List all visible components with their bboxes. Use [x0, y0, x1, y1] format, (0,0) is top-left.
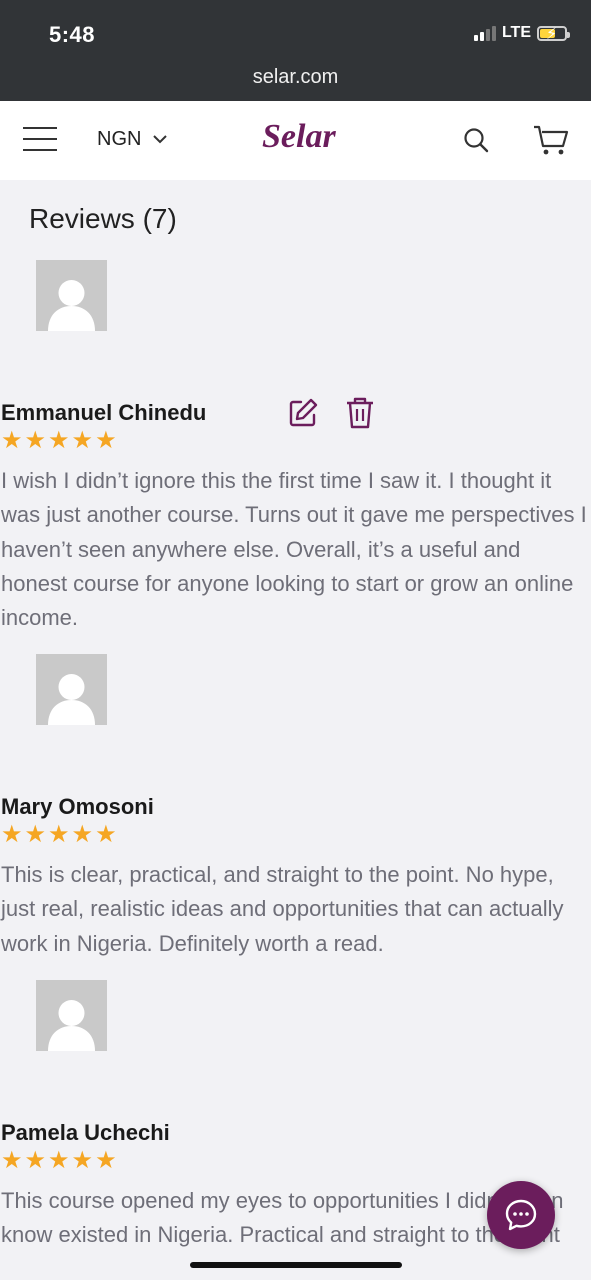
chat-button[interactable] [487, 1181, 555, 1249]
selar-logo[interactable]: Selar [262, 118, 336, 156]
star-icon: ★ [48, 427, 70, 454]
star-icon: ★ [1, 1147, 23, 1174]
star-icon: ★ [1, 427, 23, 454]
trash-icon[interactable] [345, 396, 375, 430]
reviewer-name: Mary Omosoni [1, 794, 154, 819]
network-type: LTE [501, 24, 531, 41]
star-icon: ★ [24, 821, 47, 848]
reviewer-name: Pamela Uchechi [1, 1120, 170, 1145]
star-icon: ★ [95, 821, 117, 848]
star-icon: ★ [95, 1147, 117, 1174]
star-icon: ★ [71, 1147, 94, 1174]
star-icon: ★ [24, 427, 47, 454]
star-icon: ★ [24, 1147, 47, 1174]
status-and-url-bar: 5:48 LTE ⚡ selar.com [0, 0, 591, 101]
signal-icon [473, 25, 496, 41]
search-icon[interactable] [463, 127, 489, 153]
star-icon: ★ [48, 1147, 70, 1174]
star-icon: ★ [1, 821, 23, 848]
reviews-heading: Reviews (7) [29, 203, 177, 234]
user-avatar-icon [36, 654, 107, 725]
rating-stars: ★ ★ ★ ★ ★ [1, 823, 117, 847]
star-icon: ★ [48, 821, 70, 848]
user-avatar-icon [36, 980, 107, 1051]
review-text: I wish I didn’t ignore this the first ti… [1, 468, 587, 631]
currency-label: NGN [97, 128, 142, 150]
url-bar[interactable]: selar.com [0, 66, 591, 89]
star-icon: ★ [95, 427, 117, 454]
currency-selector[interactable]: NGN [97, 128, 168, 151]
star-icon: ★ [71, 821, 94, 848]
review-text: This is clear, practical, and straight t… [1, 862, 564, 956]
rating-stars: ★ ★ ★ ★ ★ [1, 1149, 117, 1173]
status-indicators: LTE ⚡ [473, 24, 570, 43]
reviewer-name: Emmanuel Chinedu [1, 400, 207, 425]
chat-icon [505, 1199, 537, 1231]
home-indicator[interactable] [190, 1262, 402, 1268]
cart-icon[interactable] [533, 124, 569, 156]
chevron-down-icon [153, 135, 168, 144]
hamburger-icon[interactable] [23, 127, 57, 151]
user-avatar-icon [36, 260, 107, 331]
status-time: 5:48 [49, 22, 96, 47]
rating-stars: ★ ★ ★ ★ ★ [1, 429, 117, 453]
battery-icon: ⚡ [537, 25, 570, 43]
edit-icon[interactable] [287, 397, 319, 429]
star-icon: ★ [71, 427, 94, 454]
